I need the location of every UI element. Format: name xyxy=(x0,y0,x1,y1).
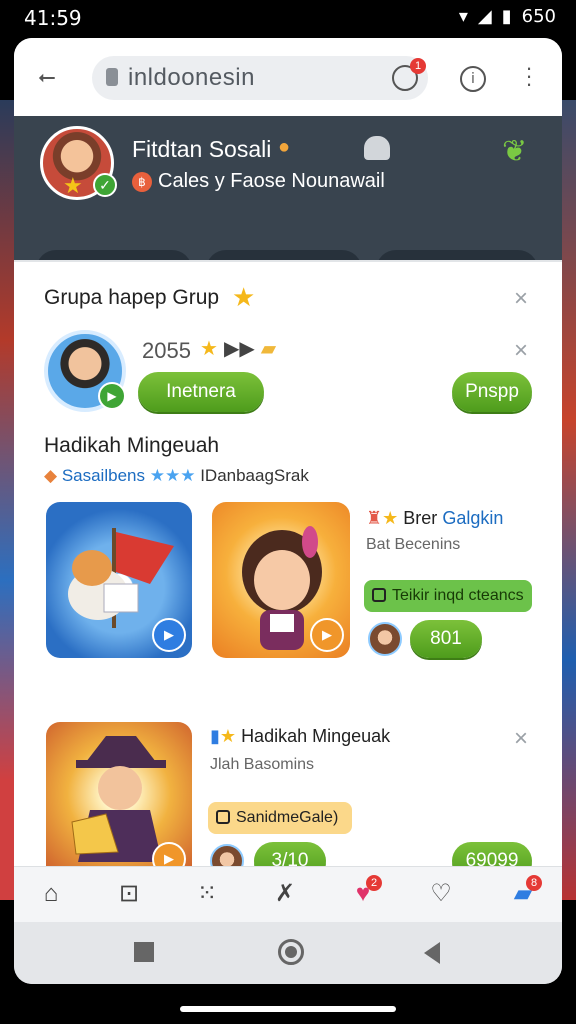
score-icons: ★ ▶▶ ▰ xyxy=(200,336,276,361)
home-button-icon[interactable] xyxy=(278,939,304,965)
run-icon[interactable]: ✗ xyxy=(270,879,300,909)
section-subtitle-gray: IDanbaagSrak xyxy=(200,466,309,485)
item-tag-label: Teikir inqd cteancs xyxy=(392,587,524,604)
battery-icon: ▮ xyxy=(501,6,512,27)
avatar[interactable]: ▶ xyxy=(44,330,126,412)
avatar[interactable] xyxy=(368,622,402,656)
game-tile-wizard[interactable]: ▶ xyxy=(46,722,192,882)
item-subtitle: Bat Becenins xyxy=(366,536,461,553)
profile-header: ★ ✓ Fitdtan Sosali ● ฿ Cales y Faose Nou… xyxy=(14,116,562,290)
gamepad-icon[interactable]: ⊡ xyxy=(114,879,144,909)
star-icon: ★ xyxy=(382,508,399,528)
lock-icon xyxy=(106,68,118,86)
bottom-navigation: ⌂ ⊡ ⁙ ✗ ♥ 2 ♡ ▰ 8 xyxy=(14,866,562,922)
content-card: Grupa hapep Grup ★ × ▶ 2055 ★ ▶▶ ▰ × Inetn… xyxy=(14,260,562,882)
star-icon: ★ xyxy=(200,338,218,360)
battery-text: 650 xyxy=(521,6,556,27)
close-icon[interactable]: × xyxy=(510,727,532,751)
fast-forward-icon: ▶▶ xyxy=(223,338,255,360)
profile-name: Fitdtan Sosali xyxy=(132,136,272,162)
tag-icon: ◆ xyxy=(44,466,58,485)
back-icon[interactable]: ⭠ xyxy=(38,64,64,90)
item-tag[interactable]: SanidmeGale) xyxy=(208,802,352,834)
profile-subtitle: Cales y Faose Nounawail xyxy=(158,170,385,192)
item-subtitle: Jlah Basomins xyxy=(210,756,315,773)
secondary-button[interactable]: Pnspp xyxy=(452,372,532,412)
item-title: ▮★ Hadikah Mingeuak xyxy=(210,726,390,747)
star-icon: ★ xyxy=(219,726,237,746)
recents-icon[interactable] xyxy=(134,942,154,962)
item-title-blue[interactable]: Galgkin xyxy=(442,508,503,528)
ticket-icon: ▰ xyxy=(260,338,277,360)
more-vert-icon[interactable]: · · · xyxy=(522,57,536,95)
score-value: 2055 xyxy=(142,338,191,363)
gift-badge: 8 xyxy=(526,875,542,891)
play-icon[interactable]: ▶ xyxy=(310,618,344,652)
status-time: 41:59 xyxy=(24,6,82,30)
item-title: ♜★ Brer Galgkin xyxy=(366,508,503,529)
status-icons: ▾ ◢ ▮ 650 xyxy=(459,6,556,27)
section-subtitle-blue[interactable]: Sasailbens xyxy=(62,466,145,485)
card-icon: ▮ xyxy=(210,726,220,746)
star-icon: ★ xyxy=(232,282,256,312)
game-tile-girl[interactable]: ▶ xyxy=(212,502,350,658)
star-icon: ★ xyxy=(63,173,83,198)
browser-window: ⭠ inldoonesin 1 i · · · ★ ✓ Fitdtan Sosali… xyxy=(14,38,562,984)
plant-icon[interactable]: ❦ xyxy=(502,134,527,169)
avatar[interactable]: ★ ✓ xyxy=(40,126,117,200)
section-subtitle: ◆ Sasailbens ★★★ IDanbaagSrak xyxy=(44,466,309,486)
browser-toolbar: ⭠ inldoonesin 1 i · · · xyxy=(14,38,562,116)
play-icon[interactable]: ▶ xyxy=(152,618,186,652)
background-left xyxy=(0,100,14,900)
item-title-dark: Brer xyxy=(403,508,438,528)
back-nav-icon[interactable] xyxy=(424,942,440,964)
signal-icon: ◢ xyxy=(477,6,492,27)
flame-icon: ● xyxy=(278,136,291,158)
info-icon[interactable]: i xyxy=(460,66,486,92)
wifi-icon: ▾ xyxy=(458,6,468,27)
heart-badge: 2 xyxy=(366,875,382,891)
status-bar: 41:59 ▾ ◢ ▮ 650 xyxy=(0,0,576,36)
divider xyxy=(14,260,562,262)
notification-badge: 1 xyxy=(410,58,426,74)
coin-icon: ฿ xyxy=(132,172,152,192)
home-icon[interactable]: ⌂ xyxy=(36,879,66,909)
url-text[interactable]: inldoonesin xyxy=(128,64,255,92)
item-title-text: Hadikah Mingeuak xyxy=(241,726,391,746)
close-icon[interactable]: × xyxy=(510,287,532,311)
item-tag[interactable]: Teikir inqd cteancs xyxy=(364,580,532,612)
item-tag-label: SanidmeGale) xyxy=(236,809,339,826)
check-icon: ✓ xyxy=(93,173,117,197)
system-navigation xyxy=(14,922,562,984)
count-button[interactable]: 801 xyxy=(410,620,482,658)
chess-icon: ♜ xyxy=(366,508,383,528)
stars-icon: ★★★ xyxy=(149,466,196,485)
apps-icon[interactable]: ⁙ xyxy=(192,879,222,909)
tag-icon xyxy=(216,810,230,824)
tag-icon xyxy=(372,588,386,602)
section-title: Hadikah Mingeuah xyxy=(44,434,220,457)
play-icon[interactable]: ▶ xyxy=(98,382,126,410)
primary-button[interactable]: Inetnera xyxy=(138,372,264,412)
address-bar[interactable]: inldoonesin 1 xyxy=(92,56,428,100)
group-title: Grupa hapep Grup xyxy=(44,286,220,309)
heart-outline-icon[interactable]: ♡ xyxy=(426,879,456,909)
game-tile-dog[interactable]: ▶ xyxy=(46,502,192,658)
close-icon[interactable]: × xyxy=(510,339,532,363)
ghost-icon[interactable] xyxy=(364,136,390,160)
phone-screen: 41:59 ▾ ◢ ▮ 650 ⭠ inldoonesin 1 i · · · ★ … xyxy=(0,0,576,1024)
home-indicator[interactable] xyxy=(180,1006,396,1012)
